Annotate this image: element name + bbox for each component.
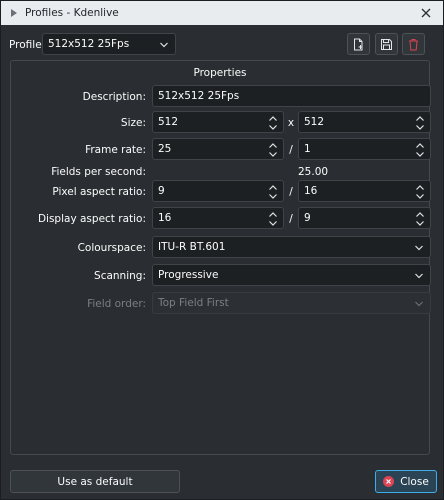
use-as-default-label: Use as default xyxy=(57,475,133,488)
field-order-select: Top Field First xyxy=(152,292,431,314)
properties-title: Properties xyxy=(193,67,247,79)
profile-label: Profile: xyxy=(9,39,46,51)
colourspace-label: Colourspace: xyxy=(77,242,146,254)
fps-separator: / xyxy=(289,144,293,156)
profiles-dialog: Profiles - Kdenlive Profile: 512x512 25F… xyxy=(0,0,444,500)
spin-arrows-icon[interactable] xyxy=(268,114,278,132)
field-order-label: Field order: xyxy=(87,298,146,310)
dar-numerator-spinbox[interactable]: 16 xyxy=(152,207,284,229)
spin-arrows-icon[interactable] xyxy=(415,210,425,228)
close-button[interactable]: Close xyxy=(375,470,437,493)
dar-separator: / xyxy=(289,213,293,225)
dar-numerator-value: 16 xyxy=(158,212,172,224)
spin-arrows-icon[interactable] xyxy=(268,210,278,228)
chevron-down-icon xyxy=(415,273,423,279)
fields-per-second-value: 25.00 xyxy=(298,166,329,178)
dar-denominator-spinbox[interactable]: 9 xyxy=(298,207,431,229)
chevron-down-icon xyxy=(160,42,168,48)
delete-icon xyxy=(409,38,418,50)
spin-arrows-icon[interactable] xyxy=(415,141,425,159)
description-input[interactable]: 512x512 25Fps xyxy=(152,85,431,107)
par-numerator-value: 9 xyxy=(158,185,165,197)
fps-denominator-spinbox[interactable]: 1 xyxy=(298,138,431,160)
frame-rate-label: Frame rate: xyxy=(85,144,146,156)
colourspace-value: ITU-R BT.601 xyxy=(158,241,226,253)
par-denominator-value: 16 xyxy=(304,185,318,197)
spin-arrows-icon[interactable] xyxy=(268,183,278,201)
spin-arrows-icon[interactable] xyxy=(415,183,425,201)
scanning-value: Progressive xyxy=(158,269,219,281)
par-separator: / xyxy=(289,186,293,198)
window-title: Profiles - Kdenlive xyxy=(25,7,119,19)
description-label: Description: xyxy=(82,91,146,103)
close-button-label: Close xyxy=(400,475,429,488)
spin-arrows-icon[interactable] xyxy=(268,141,278,159)
fps-numerator-value: 25 xyxy=(158,143,172,155)
size-label: Size: xyxy=(120,117,146,129)
pixel-aspect-ratio-label: Pixel aspect ratio: xyxy=(52,186,146,198)
new-profile-icon xyxy=(354,38,363,50)
width-spinbox[interactable]: 512 xyxy=(152,111,284,133)
field-order-value: Top Field First xyxy=(158,297,229,309)
size-separator: x xyxy=(287,117,295,129)
par-denominator-spinbox[interactable]: 16 xyxy=(298,180,431,202)
chevron-down-icon xyxy=(415,245,423,251)
height-spinbox[interactable]: 512 xyxy=(298,111,431,133)
dar-denominator-value: 9 xyxy=(304,212,311,224)
use-as-default-button[interactable]: Use as default xyxy=(10,470,180,493)
scanning-label: Scanning: xyxy=(94,270,146,282)
save-profile-button[interactable] xyxy=(375,33,398,55)
delete-profile-button[interactable] xyxy=(402,33,425,55)
width-value: 512 xyxy=(158,116,179,128)
app-icon xyxy=(11,9,17,17)
display-aspect-ratio-label: Display aspect ratio: xyxy=(37,213,146,225)
fps-numerator-spinbox[interactable]: 25 xyxy=(152,138,284,160)
par-numerator-spinbox[interactable]: 9 xyxy=(152,180,284,202)
scanning-select[interactable]: Progressive xyxy=(152,264,431,286)
profile-select-value: 512x512 25Fps xyxy=(48,38,130,50)
new-profile-button[interactable] xyxy=(347,33,370,55)
colourspace-select[interactable]: ITU-R BT.601 xyxy=(152,236,431,258)
spin-arrows-icon[interactable] xyxy=(415,114,425,132)
save-icon xyxy=(381,38,392,50)
window-close-icon[interactable] xyxy=(418,5,434,21)
close-circle-icon xyxy=(383,476,395,487)
chevron-down-icon xyxy=(415,301,423,307)
height-value: 512 xyxy=(304,116,325,128)
description-value: 512x512 25Fps xyxy=(158,90,240,102)
profile-select[interactable]: 512x512 25Fps xyxy=(42,33,176,55)
fields-per-second-label: Fields per second: xyxy=(51,166,146,178)
title-bar: Profiles - Kdenlive xyxy=(1,1,443,25)
fps-denominator-value: 1 xyxy=(304,143,311,155)
